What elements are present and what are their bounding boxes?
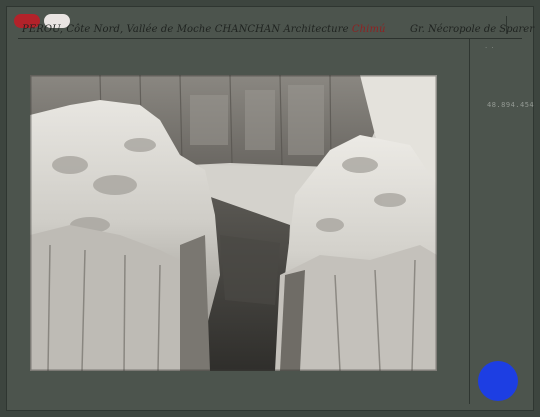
blue-sticker xyxy=(478,361,518,401)
margin-divider xyxy=(469,39,470,404)
header-tick xyxy=(506,16,507,34)
caption-location-text: PEROU, Côte Nord, Vallée de Moche CHANCH… xyxy=(22,24,352,35)
margin-mark: · · xyxy=(485,44,495,52)
photo-image xyxy=(30,75,437,371)
photograph xyxy=(30,75,437,371)
caption-culture-text: Chimú xyxy=(351,24,386,35)
catalog-number: 48.894.454 xyxy=(487,101,535,109)
caption-site: Gr. Nécropole de Sparer xyxy=(410,24,535,35)
header-divider xyxy=(18,38,522,39)
caption-location: PEROU, Côte Nord, Vallée de Moche CHANCH… xyxy=(22,24,386,35)
